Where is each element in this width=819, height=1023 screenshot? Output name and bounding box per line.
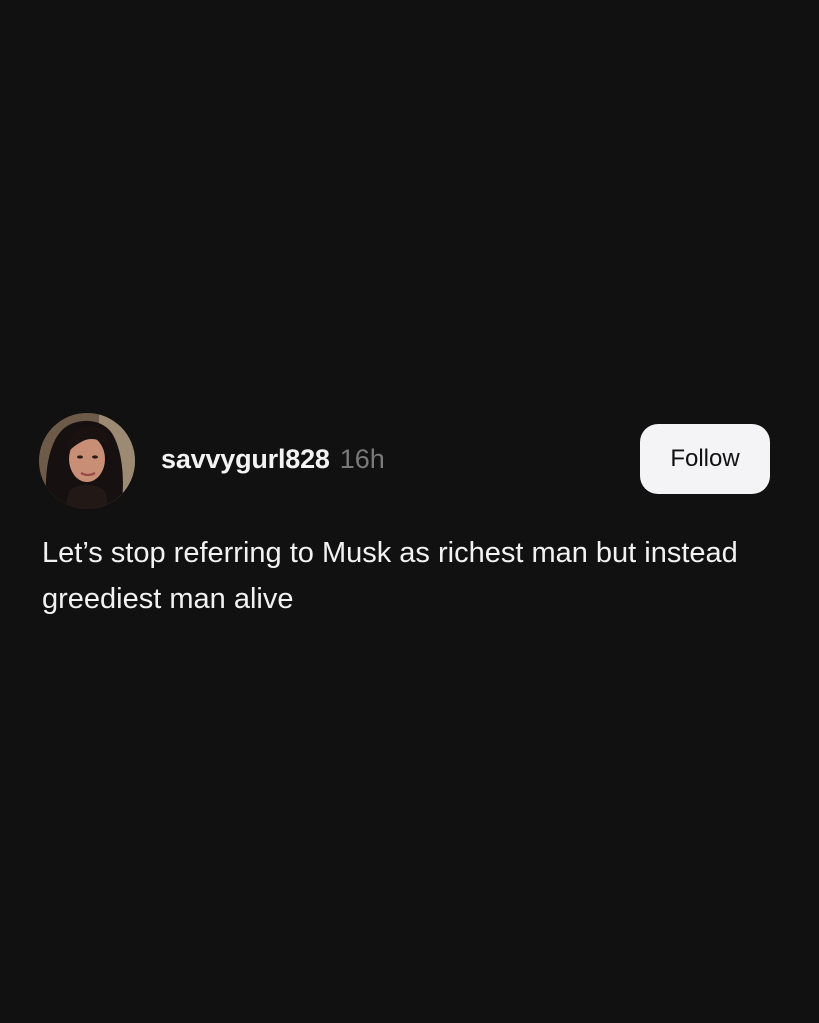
post-text: Let’s stop referring to Musk as richest … (42, 537, 738, 615)
post-meta: savvygurl828 16h (161, 444, 385, 478)
avatar[interactable] (39, 413, 135, 509)
post-timestamp: 16h (339, 444, 385, 474)
post-card: savvygurl828 16h Follow Let’s stop refer… (0, 0, 819, 1023)
username[interactable]: savvygurl828 (161, 444, 330, 475)
avatar-image (39, 413, 135, 509)
follow-button[interactable]: Follow (640, 424, 770, 494)
